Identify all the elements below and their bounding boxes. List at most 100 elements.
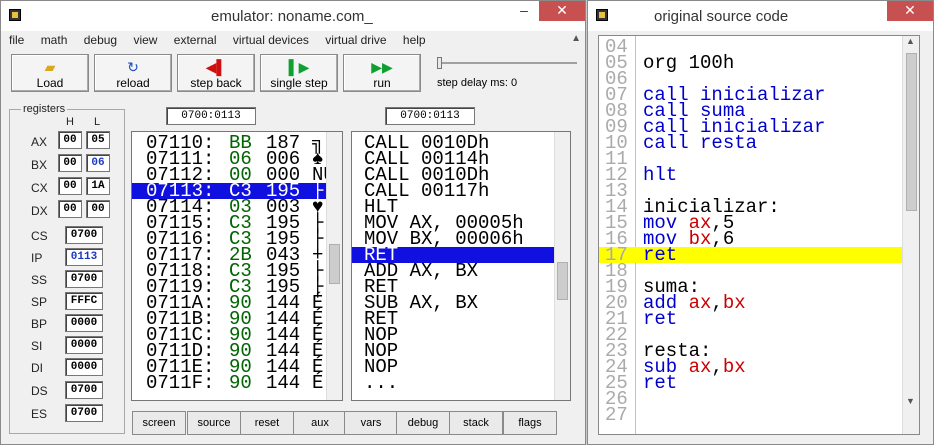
emulator-window: emulator: noname.com_ – ✕ file math debu…	[0, 0, 586, 445]
dx-low-field[interactable]: 00	[86, 200, 110, 218]
step-delay-slider[interactable]	[437, 57, 577, 69]
memory-address-field[interactable]: 0700:0113	[166, 107, 256, 125]
low-byte-header: L	[94, 116, 101, 128]
si-label: SI	[31, 339, 43, 353]
scroll-up-icon[interactable]: ▲	[906, 36, 915, 46]
sp-label: SP	[31, 295, 48, 309]
source-line[interactable]: 05 org 100h	[599, 54, 902, 73]
bx-high-field[interactable]: 00	[58, 154, 82, 172]
menu-help[interactable]: help	[403, 33, 426, 47]
source-titlebar[interactable]: original source code ✕	[588, 1, 933, 31]
reload-icon: ↻	[127, 59, 139, 75]
cx-label: CX	[31, 181, 48, 195]
source-line[interactable]: 27	[599, 406, 902, 425]
menu-debug[interactable]: debug	[84, 33, 117, 47]
memory-scrollbar-thumb[interactable]	[329, 244, 340, 284]
load-button[interactable]: ▰ Load	[11, 54, 89, 92]
ax-label: AX	[31, 135, 48, 149]
sp-field[interactable]: FFFC	[65, 292, 103, 310]
vars-button[interactable]: vars	[344, 411, 398, 435]
close-button[interactable]: ✕	[539, 1, 585, 21]
step-back-label: step back	[190, 76, 242, 90]
memory-address: 0711F:	[146, 372, 215, 394]
disassembly-scrollbar[interactable]	[554, 132, 570, 400]
single-step-label: single step	[270, 76, 328, 90]
ss-label: SS	[31, 273, 48, 287]
ax-low-field[interactable]: 05	[86, 131, 110, 149]
cx-high-field[interactable]: 00	[58, 177, 82, 195]
memory-list[interactable]: 07110: BB 187 ╗ 07111: 06 006 ♠ 07112: 00 000 NU 071…	[131, 131, 343, 401]
es-field[interactable]: 0700	[65, 404, 103, 422]
bp-label: BP	[31, 317, 48, 331]
si-field[interactable]: 0000	[65, 336, 103, 354]
memory-row[interactable]: 0711F: 90 144 É	[132, 372, 326, 394]
di-field[interactable]: 0000	[65, 358, 103, 376]
step-back-icon: ◀▌	[205, 59, 227, 75]
disassembly-scrollbar-thumb[interactable]	[557, 262, 568, 300]
source-code: ret	[643, 372, 678, 394]
run-button[interactable]: ▶▶ run	[343, 54, 421, 92]
di-label: DI	[31, 361, 43, 375]
menu-math[interactable]: math	[41, 33, 68, 47]
menu-bar: file math debug view external virtual de…	[9, 33, 439, 51]
source-close-button[interactable]: ✕	[887, 1, 933, 21]
cx-low-field[interactable]: 1A	[86, 177, 110, 195]
menu-file[interactable]: file	[9, 33, 24, 47]
ss-field[interactable]: 0700	[65, 270, 103, 288]
source-editor[interactable]: 04 05 org 100h 06 07 call inicializar 08 call s…	[598, 35, 920, 435]
load-label: Load	[36, 76, 64, 90]
source-line[interactable]: 12 hlt	[599, 164, 902, 186]
emulator-title: emulator: noname.com_	[211, 8, 373, 25]
cs-field[interactable]: 0700	[65, 226, 103, 244]
memory-decimal: 144	[266, 372, 301, 394]
menu-view[interactable]: view	[133, 33, 157, 47]
source-line[interactable]: 26	[599, 390, 902, 409]
source-line-current[interactable]: 17 ret	[599, 246, 902, 265]
bx-low-field[interactable]: 06	[86, 154, 110, 172]
high-byte-header: H	[66, 116, 74, 128]
memory-scrollbar[interactable]	[326, 132, 342, 400]
menu-virtual-drive[interactable]: virtual drive	[325, 33, 386, 47]
source-scrollbar[interactable]: ▲ ▼	[902, 36, 919, 434]
ip-label: IP	[31, 251, 43, 265]
dx-high-field[interactable]: 00	[58, 200, 82, 218]
reload-button[interactable]: ↻ reload	[94, 54, 172, 92]
source-button[interactable]: source	[187, 411, 241, 435]
source-line[interactable]: 10 call resta	[599, 134, 902, 153]
registers-label: registers	[21, 103, 68, 115]
debug-button[interactable]: debug	[396, 411, 450, 435]
disassembly-address-field[interactable]: 0700:0113	[385, 107, 475, 125]
aux-button[interactable]: aux	[293, 411, 347, 435]
step-delay-thumb[interactable]	[437, 57, 442, 69]
source-line[interactable]: 25 ret	[599, 372, 902, 394]
flags-button[interactable]: flags	[503, 411, 557, 435]
disassembly-list[interactable]: CALL 0010Dh CALL 00114h CALL 0010Dh CALL 00…	[351, 131, 571, 401]
disassembly-text: ...	[364, 372, 399, 394]
screen-button[interactable]: screen	[132, 411, 186, 435]
minimize-button[interactable]: –	[509, 1, 539, 21]
source-code: hlt	[643, 164, 678, 186]
source-scrollbar-thumb[interactable]	[906, 53, 917, 211]
reset-button[interactable]: reset	[240, 411, 294, 435]
source-app-icon	[596, 9, 608, 21]
step-back-button[interactable]: ◀▌ step back	[177, 54, 255, 92]
emulator-titlebar[interactable]: emulator: noname.com_ – ✕	[1, 1, 585, 31]
memory-hex: 90	[229, 372, 252, 394]
disassembly-row[interactable]: ...	[352, 372, 554, 394]
menu-virtual-devices[interactable]: virtual devices	[233, 33, 309, 47]
ds-label: DS	[31, 384, 48, 398]
scroll-down-icon[interactable]: ▼	[906, 396, 915, 406]
source-code: ret	[643, 308, 678, 330]
reload-label: reload	[116, 76, 150, 90]
ds-field[interactable]: 0700	[65, 381, 103, 399]
bp-field[interactable]: 0000	[65, 314, 103, 332]
source-line[interactable]: 21 ret	[599, 308, 902, 330]
folder-icon: ▰	[44, 59, 56, 75]
ip-field[interactable]: 0113	[65, 248, 103, 266]
single-step-button[interactable]: ▌▶ single step	[260, 54, 338, 92]
stack-button[interactable]: stack	[449, 411, 503, 435]
cs-label: CS	[31, 229, 48, 243]
ax-high-field[interactable]: 00	[58, 131, 82, 149]
menu-external[interactable]: external	[174, 33, 217, 47]
menu-scroll-arrow-icon[interactable]: ▲	[571, 33, 581, 44]
